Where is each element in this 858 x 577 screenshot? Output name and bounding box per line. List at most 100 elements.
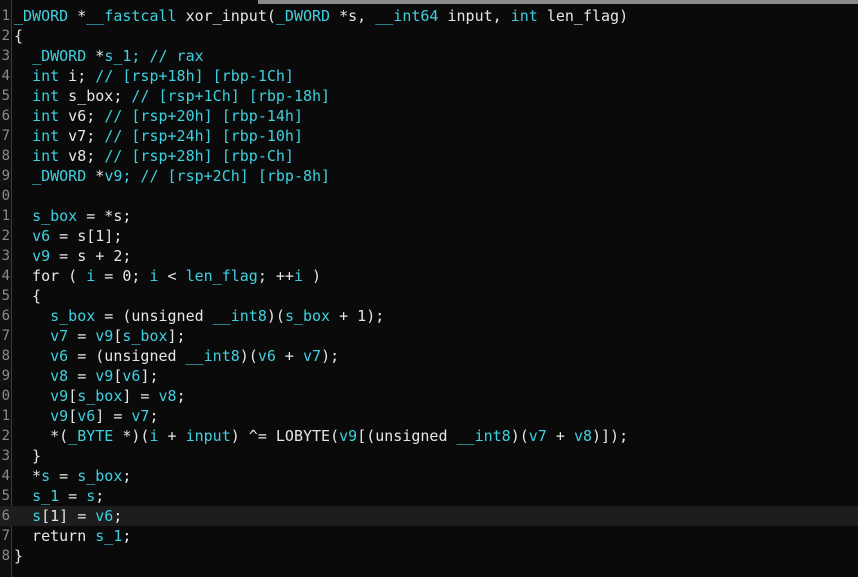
- code-line[interactable]: 5 int s_box; // [rsp+1Ch] [rbp-18h]: [0, 86, 858, 106]
- code-line[interactable]: 2{: [0, 26, 858, 46]
- code-token: __fastcall: [86, 7, 177, 25]
- horizontal-scrollbar[interactable]: [258, 0, 858, 4]
- code-line[interactable]: 0: [0, 186, 858, 206]
- code-token: ;: [176, 387, 186, 405]
- line-number: 5: [1, 288, 10, 304]
- line-number: 8: [1, 348, 10, 364]
- line-code: }: [14, 546, 23, 566]
- line-number: 4: [1, 68, 10, 84]
- code-token: v6: [257, 347, 276, 365]
- line-number: 2: [1, 428, 10, 444]
- code-token: v7: [131, 407, 150, 425]
- code-token: s_box;: [59, 87, 132, 105]
- code-line[interactable]: 1 s_box = *s;: [0, 206, 858, 226]
- line-code: s_1 = s;: [14, 486, 104, 506]
- code-token: s_box: [77, 387, 123, 405]
- line-code: _DWORD *__fastcall xor_input(_DWORD *s, …: [14, 6, 628, 26]
- code-token: s_1: [95, 527, 123, 545]
- code-token: v6: [32, 227, 51, 245]
- code-token: len_flag: [185, 267, 258, 285]
- code-line[interactable]: 4 *s = s_box;: [0, 466, 858, 486]
- line-number: 1: [1, 408, 10, 424]
- line-number: 1: [1, 8, 10, 24]
- code-line[interactable]: 9 _DWORD *v9; // [rsp+2Ch] [rbp-8h]: [0, 166, 858, 186]
- code-token: s_box: [284, 307, 331, 325]
- pseudocode-view[interactable]: 1 _DWORD *__fastcall xor_input(_DWORD *s,…: [0, 0, 858, 577]
- code-line[interactable]: 4 for ( i = 0; i < len_flag; ++i ): [0, 266, 858, 286]
- code-token: {: [14, 287, 42, 305]
- code-token: s: [41, 467, 51, 485]
- code-line[interactable]: 9 v8 = v9[v6];: [0, 366, 858, 386]
- code-token: =: [50, 467, 78, 485]
- code-token: *s,: [330, 7, 376, 25]
- line-code: {: [14, 26, 23, 46]
- code-line[interactable]: 8}: [0, 546, 858, 566]
- code-token: return: [14, 527, 96, 545]
- code-token: v9: [339, 427, 358, 445]
- line-code: return s_1;: [14, 526, 131, 546]
- code-token: len_flag): [537, 7, 629, 25]
- code-line[interactable]: 3 }: [0, 446, 858, 466]
- line-code: int s_box; // [rsp+1Ch] [rbp-18h]: [14, 86, 330, 106]
- code-token: [: [68, 387, 78, 405]
- code-token: // [rsp+20h] [rbp-14h]: [104, 107, 303, 125]
- code-token: int: [32, 67, 60, 85]
- code-token: v9: [50, 407, 69, 425]
- code-line[interactable]: 7 int v7; // [rsp+24h] [rbp-10h]: [0, 126, 858, 146]
- line-code: v9[s_box] = v8;: [14, 386, 186, 406]
- code-line[interactable]: 7 v7 = v9[s_box];: [0, 326, 858, 346]
- code-token: = s[1];: [50, 227, 123, 245]
- code-token: s: [86, 487, 96, 505]
- code-line[interactable]: 3 _DWORD *s_1; // rax: [0, 46, 858, 66]
- line-number: 8: [1, 548, 10, 564]
- code-token: ] =: [122, 387, 159, 405]
- code-token: *(: [14, 427, 69, 445]
- code-line[interactable]: 5 s_1 = s;: [0, 486, 858, 506]
- code-line[interactable]: 6 s_box = (unsigned __int8)(s_box + 1);: [0, 306, 858, 326]
- code-line[interactable]: 1 v9[v6] = v7;: [0, 406, 858, 426]
- code-token: __int64: [375, 7, 439, 25]
- line-code: _DWORD *s_1; // rax: [14, 46, 204, 66]
- line-number: 4: [1, 268, 10, 284]
- code-token: __int8: [185, 347, 240, 365]
- code-line[interactable]: 8 int v8; // [rsp+28h] [rbp-Ch]: [0, 146, 858, 166]
- line-code: int v6; // [rsp+20h] [rbp-14h]: [14, 106, 303, 126]
- code-line[interactable]: 1 _DWORD *__fastcall xor_input(_DWORD *s,…: [0, 6, 858, 26]
- code-line[interactable]: 5 {: [0, 286, 858, 306]
- code-token: ;: [149, 407, 159, 425]
- code-token: ) ^= LOBYTE(: [230, 427, 340, 445]
- line-number: 6: [1, 508, 10, 524]
- code-line[interactable]: 3 v9 = s + 2;: [0, 246, 858, 266]
- code-token: v8: [573, 427, 592, 445]
- code-line[interactable]: 6 int v6; // [rsp+20h] [rbp-14h]: [0, 106, 858, 126]
- code-token: // [rsp+28h] [rbp-Ch]: [104, 147, 294, 165]
- line-code: _DWORD *v9; // [rsp+2Ch] [rbp-8h]: [14, 166, 330, 186]
- code-token: i: [149, 267, 159, 285]
- line-code: v6 = s[1];: [14, 226, 122, 246]
- line-number: 2: [1, 228, 10, 244]
- code-token: +: [275, 347, 303, 365]
- code-token: int: [32, 87, 60, 105]
- code-line[interactable]: 4 int i; // [rsp+18h] [rbp-1Ch]: [0, 66, 858, 86]
- code-line[interactable]: 7 return s_1;: [0, 526, 858, 546]
- code-line[interactable]: 8 v6 = (unsigned __int8)(v6 + v7);: [0, 346, 858, 366]
- code-token: _DWORD: [32, 47, 87, 65]
- code-line[interactable]: 2 v6 = s[1];: [0, 226, 858, 246]
- code-line[interactable]: 2 *(_BYTE *)(i + input) ^= LOBYTE(v9[(un…: [0, 426, 858, 446]
- code-token: v7: [303, 347, 322, 365]
- line-code: s_box = (unsigned __int8)(s_box + 1);: [14, 306, 384, 326]
- code-line[interactable]: 6 s[1] = v6;: [0, 506, 858, 526]
- code-token: int: [32, 147, 60, 165]
- code-token: for (: [14, 267, 87, 285]
- code-line[interactable]: 0 v9[s_box] = v8;: [0, 386, 858, 406]
- code-token: [: [68, 407, 78, 425]
- code-token: i: [293, 267, 303, 285]
- code-token: )(: [510, 427, 529, 445]
